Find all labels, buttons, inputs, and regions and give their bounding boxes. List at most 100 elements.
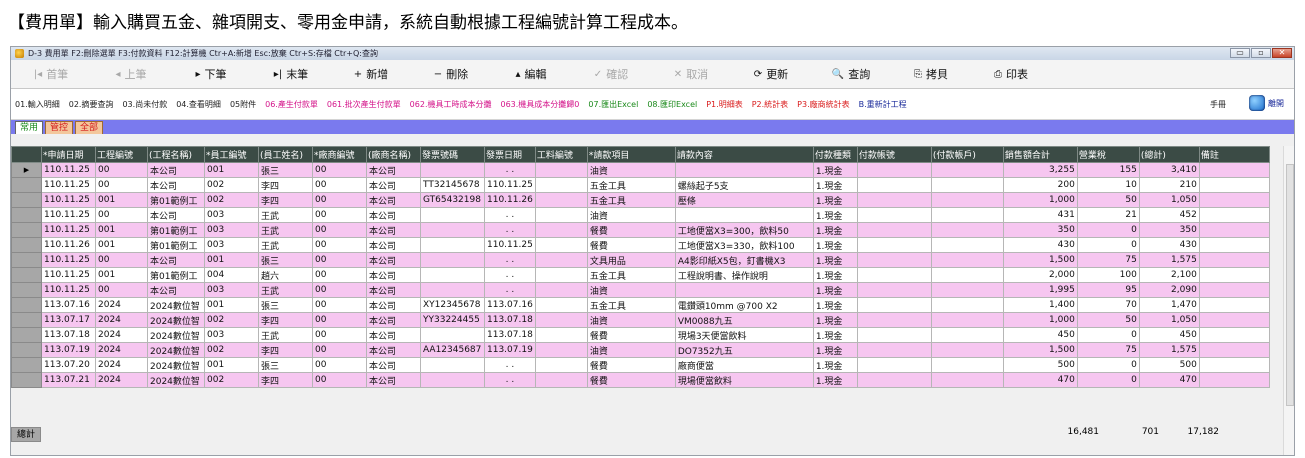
table-cell[interactable] xyxy=(534,177,588,193)
table-cell[interactable]: 113.07.18 xyxy=(484,312,536,328)
row-indicator[interactable] xyxy=(11,222,42,238)
table-cell[interactable]: YY33224455 xyxy=(420,312,485,328)
table-cell[interactable]: 1,470 xyxy=(1138,297,1200,313)
row-indicator[interactable] xyxy=(11,267,42,283)
table-cell[interactable]: TT32145678 xyxy=(420,177,485,193)
table-cell[interactable]: 450 xyxy=(1002,327,1078,343)
table-cell[interactable]: 本公司 xyxy=(366,192,421,208)
table-cell[interactable]: 001 xyxy=(204,297,259,313)
table-cell[interactable]: 2024數位智 xyxy=(147,357,205,373)
last-record-button[interactable]: ▸| 末筆 xyxy=(251,60,331,88)
table-cell[interactable]: 003 xyxy=(204,237,259,253)
table-cell[interactable]: 110.11.25 xyxy=(41,177,96,193)
function-link[interactable]: P3.廠商統計表 xyxy=(797,99,849,110)
table-cell[interactable]: 003 xyxy=(204,222,259,238)
table-cell[interactable]: 110.11.25 xyxy=(41,267,96,283)
table-cell[interactable]: 2,090 xyxy=(1138,282,1200,298)
table-cell[interactable]: 本公司 xyxy=(147,252,205,268)
table-cell[interactable] xyxy=(1198,177,1270,193)
table-row[interactable]: 110.11.25 001 第01範例工 002 李四 00 本公司 GT65432198 11… xyxy=(11,192,1270,208)
table-cell[interactable]: 113.07.18 xyxy=(484,327,536,343)
table-cell[interactable] xyxy=(856,297,932,313)
table-cell[interactable] xyxy=(856,207,932,223)
table-cell[interactable]: 本公司 xyxy=(366,177,421,193)
function-link[interactable]: 07.匯出Excel xyxy=(588,99,638,110)
table-cell[interactable]: 00 xyxy=(312,177,367,193)
table-cell[interactable] xyxy=(534,372,588,388)
table-cell[interactable]: 現場3天便當飲料 xyxy=(674,327,814,343)
table-cell[interactable]: 1,575 xyxy=(1138,342,1200,358)
table-cell[interactable] xyxy=(534,252,588,268)
table-cell[interactable]: 螺絲起子5支 xyxy=(674,177,814,193)
table-cell[interactable] xyxy=(534,312,588,328)
table-cell[interactable]: 1.現金 xyxy=(812,192,858,208)
table-cell[interactable]: 003 xyxy=(204,282,259,298)
table-cell[interactable] xyxy=(1198,162,1270,178)
table-cell[interactable]: 002 xyxy=(204,372,259,388)
table-cell[interactable]: 2,100 xyxy=(1138,267,1200,283)
table-cell[interactable] xyxy=(1198,342,1270,358)
table-cell[interactable] xyxy=(534,327,588,343)
table-cell[interactable] xyxy=(420,207,485,223)
table-cell[interactable]: . . xyxy=(484,372,536,388)
table-cell[interactable]: 第01範例工 xyxy=(147,192,205,208)
refresh-button[interactable]: ⟳ 更新 xyxy=(731,60,811,88)
table-cell[interactable] xyxy=(930,267,1004,283)
column-header[interactable]: 發票日期 xyxy=(484,146,536,163)
function-link[interactable]: 063.機具成本分攤歸0 xyxy=(500,99,579,110)
table-cell[interactable]: 430 xyxy=(1138,237,1200,253)
table-cell[interactable]: 00 xyxy=(312,357,367,373)
table-cell[interactable] xyxy=(856,327,932,343)
minimize-button[interactable]: ▭ xyxy=(1230,48,1250,58)
table-cell[interactable]: 95 xyxy=(1076,282,1140,298)
table-cell[interactable] xyxy=(856,177,932,193)
row-indicator[interactable] xyxy=(11,207,42,223)
column-header[interactable]: (總計) xyxy=(1138,146,1200,163)
table-cell[interactable] xyxy=(420,282,485,298)
table-cell[interactable] xyxy=(420,372,485,388)
table-cell[interactable] xyxy=(534,222,588,238)
function-link[interactable]: 02.摘要查詢 xyxy=(69,99,114,110)
table-cell[interactable] xyxy=(1198,297,1270,313)
table-cell[interactable]: 001 xyxy=(95,237,148,253)
table-cell[interactable]: VM0088九五 xyxy=(674,312,814,328)
row-indicator[interactable] xyxy=(11,312,42,328)
table-cell[interactable]: 113.07.16 xyxy=(41,297,96,313)
table-cell[interactable] xyxy=(534,162,588,178)
row-indicator[interactable] xyxy=(11,297,42,313)
table-cell[interactable]: 王武 xyxy=(258,237,313,253)
table-cell[interactable]: 002 xyxy=(204,192,259,208)
table-cell[interactable]: XY12345678 xyxy=(420,297,485,313)
function-link[interactable]: 061.批次產生付款單 xyxy=(327,99,401,110)
table-cell[interactable] xyxy=(534,267,588,283)
table-cell[interactable]: 00 xyxy=(312,237,367,253)
function-link[interactable]: P2.統計表 xyxy=(752,99,788,110)
table-cell[interactable]: 本公司 xyxy=(366,372,421,388)
table-cell[interactable]: 1.現金 xyxy=(812,252,858,268)
table-cell[interactable] xyxy=(534,237,588,253)
cancel-button[interactable]: ✕ 取消 xyxy=(651,60,731,88)
table-cell[interactable]: 本公司 xyxy=(147,177,205,193)
function-link[interactable]: 03.尚未付款 xyxy=(122,99,167,110)
table-cell[interactable]: 餐費 xyxy=(586,222,676,238)
table-cell[interactable]: 3,410 xyxy=(1138,162,1200,178)
table-cell[interactable] xyxy=(930,342,1004,358)
table-cell[interactable]: 1.現金 xyxy=(812,342,858,358)
table-cell[interactable]: 155 xyxy=(1076,162,1140,178)
column-header[interactable]: 請款內容 xyxy=(674,146,814,163)
table-cell[interactable]: 70 xyxy=(1076,297,1140,313)
table-cell[interactable]: 50 xyxy=(1076,312,1140,328)
table-cell[interactable] xyxy=(856,282,932,298)
table-cell[interactable]: 張三 xyxy=(258,252,313,268)
vertical-scrollbar[interactable] xyxy=(1283,146,1294,455)
table-cell[interactable]: 油資 xyxy=(586,282,676,298)
table-cell[interactable] xyxy=(1198,372,1270,388)
tab-1[interactable]: 常用 xyxy=(15,121,44,134)
table-cell[interactable]: . . xyxy=(484,357,536,373)
column-header[interactable]: 付款帳號 xyxy=(856,146,932,163)
table-cell[interactable]: 1,400 xyxy=(1002,297,1078,313)
table-cell[interactable]: 廠商便當 xyxy=(674,357,814,373)
table-cell[interactable]: 1.現金 xyxy=(812,297,858,313)
column-header[interactable]: (廠商名稱) xyxy=(366,146,421,163)
table-cell[interactable]: 本公司 xyxy=(366,252,421,268)
